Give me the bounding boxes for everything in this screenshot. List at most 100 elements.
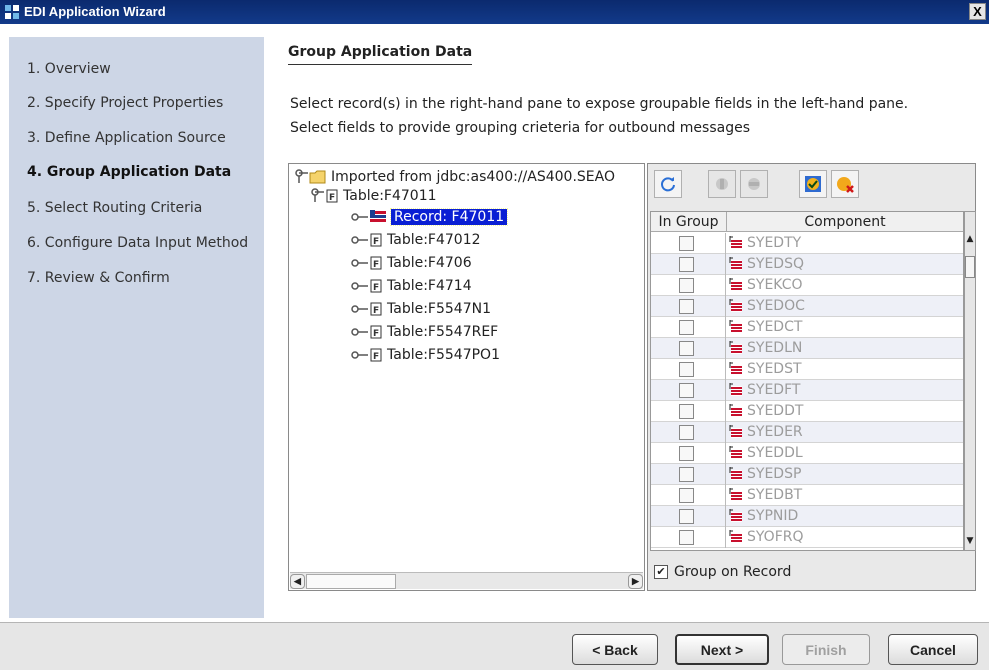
step-group-application-data: 4. Group Application Data <box>27 164 232 180</box>
wizard-steps-sidebar: 1. Overview 2. Specify Project Propertie… <box>9 37 264 618</box>
tree-node-table[interactable]: F Table:F5547N1 <box>351 299 491 319</box>
tree-node-root[interactable]: Imported from jdbc:as400://AS400.SEAO <box>295 167 615 187</box>
table-row[interactable]: SYPNID <box>651 506 963 527</box>
tree-node-table[interactable]: F Table:F5547PO1 <box>351 345 500 365</box>
next-button[interactable]: Next > <box>675 634 769 665</box>
field-name: SYEDSQ <box>747 256 804 272</box>
field-icon <box>729 278 742 291</box>
cancel-button[interactable]: Cancel <box>888 634 978 665</box>
scroll-down-arrow-icon[interactable]: ▼ <box>965 536 975 550</box>
source-tree[interactable]: Imported from jdbc:as400://AS400.SEAO F … <box>288 163 645 591</box>
remove-group-button[interactable] <box>740 170 768 198</box>
scroll-thumb[interactable] <box>965 256 975 278</box>
tree-node-record-f47011[interactable]: Record: F47011 <box>351 207 509 227</box>
group-on-record-checkbox[interactable]: ✔ <box>654 565 668 579</box>
tree-table-label: Table:F4706 <box>387 255 472 271</box>
field-icon <box>729 404 742 417</box>
table-row[interactable]: SYEDOC <box>651 296 963 317</box>
refresh-button[interactable] <box>654 170 682 198</box>
table-row[interactable]: SYOFRQ <box>651 527 963 548</box>
scroll-up-arrow-icon[interactable]: ▲ <box>965 234 975 248</box>
in-group-checkbox[interactable] <box>679 299 694 314</box>
tree-handle-icon <box>311 188 324 202</box>
in-group-checkbox[interactable] <box>679 320 694 335</box>
field-name: SYEDDL <box>747 445 803 461</box>
wizard-footer: < Back Next > Finish Cancel <box>0 622 989 670</box>
add-group-button[interactable] <box>708 170 736 198</box>
table-icon: F <box>370 279 382 293</box>
table-row[interactable]: SYEDDT <box>651 401 963 422</box>
table-icon: F <box>370 302 382 316</box>
table-row[interactable]: SYEDTY <box>651 233 963 254</box>
in-group-checkbox[interactable] <box>679 362 694 377</box>
column-header-component[interactable]: Component <box>727 212 963 232</box>
table-icon: F <box>370 256 382 270</box>
table-icon: F <box>370 233 382 247</box>
tree-connector-icon <box>351 328 368 336</box>
tree-record-label: Record: F47011 <box>389 208 509 226</box>
table-row[interactable]: SYEDFT <box>651 380 963 401</box>
in-group-checkbox[interactable] <box>679 257 694 272</box>
tree-node-table[interactable]: F Table:F4714 <box>351 276 472 296</box>
tree-node-table-f47011[interactable]: F Table:F47011 <box>311 186 437 206</box>
tree-node-table[interactable]: F Table:F4706 <box>351 253 472 273</box>
field-name: SYEDTY <box>747 235 802 251</box>
tree-node-table[interactable]: F Table:F5547REF <box>351 322 498 342</box>
in-group-checkbox[interactable] <box>679 446 694 461</box>
title-bar: EDI Application Wizard X <box>0 0 989 24</box>
table-row[interactable]: SYEDSQ <box>651 254 963 275</box>
select-all-button[interactable] <box>799 170 827 198</box>
table-row[interactable]: SYEDLN <box>651 338 963 359</box>
in-group-checkbox[interactable] <box>679 425 694 440</box>
component-vertical-scrollbar[interactable]: ▲ ▼ <box>964 211 976 551</box>
in-group-checkbox[interactable] <box>679 278 694 293</box>
scroll-left-arrow-icon[interactable]: ◀ <box>290 574 305 589</box>
scroll-right-arrow-icon[interactable]: ▶ <box>628 574 643 589</box>
table-row[interactable]: SYEKCO <box>651 275 963 296</box>
field-icon <box>729 362 742 375</box>
checkbox-cell <box>651 485 726 506</box>
field-name: SYEDFT <box>747 382 801 398</box>
column-header-in-group[interactable]: In Group <box>651 212 727 232</box>
tree-node-table[interactable]: F Table:F47012 <box>351 230 481 250</box>
checkbox-cell <box>651 443 726 464</box>
field-icon <box>729 236 742 249</box>
in-group-checkbox[interactable] <box>679 509 694 524</box>
checkbox-cell <box>651 254 726 275</box>
tree-connector-icon <box>351 282 368 290</box>
checkbox-cell <box>651 296 726 317</box>
group-on-record-label: Group on Record <box>674 564 792 580</box>
step-overview: 1. Overview <box>27 61 111 77</box>
tree-horizontal-scrollbar[interactable]: ◀ ▶ <box>290 572 643 589</box>
in-group-checkbox[interactable] <box>679 488 694 503</box>
table-row[interactable]: SYEDBT <box>651 485 963 506</box>
back-button[interactable]: < Back <box>572 634 658 665</box>
table-row[interactable]: SYEDSP <box>651 464 963 485</box>
field-name: SYEKCO <box>747 277 803 293</box>
table-row[interactable]: SYEDER <box>651 422 963 443</box>
field-name: SYEDLN <box>747 340 803 356</box>
field-icon <box>729 299 742 312</box>
in-group-checkbox[interactable] <box>679 383 694 398</box>
scroll-thumb[interactable] <box>306 574 396 589</box>
in-group-checkbox[interactable] <box>679 530 694 545</box>
step-review-confirm: 7. Review & Confirm <box>27 270 170 286</box>
group-on-record-option[interactable]: ✔ Group on Record <box>654 564 791 580</box>
in-group-checkbox[interactable] <box>679 404 694 419</box>
instruction-line-2: Select fields to provide grouping criete… <box>290 120 750 136</box>
svg-text:F: F <box>373 283 379 293</box>
finish-button[interactable]: Finish <box>782 634 870 665</box>
field-icon <box>729 488 742 501</box>
table-row[interactable]: SYEDST <box>651 359 963 380</box>
in-group-checkbox[interactable] <box>679 341 694 356</box>
close-button[interactable]: X <box>969 3 986 20</box>
in-group-checkbox[interactable] <box>679 236 694 251</box>
table-row[interactable]: SYEDCT <box>651 317 963 338</box>
table-row[interactable]: SYEDDL <box>651 443 963 464</box>
clear-all-button[interactable] <box>831 170 859 198</box>
in-group-checkbox[interactable] <box>679 467 694 482</box>
tree-connector-icon <box>351 351 368 359</box>
step-routing-criteria: 5. Select Routing Criteria <box>27 200 203 216</box>
refresh-icon <box>661 177 675 192</box>
component-pane: In Group Component SYEDTY SYEDSQ SYEKCO … <box>647 163 976 591</box>
